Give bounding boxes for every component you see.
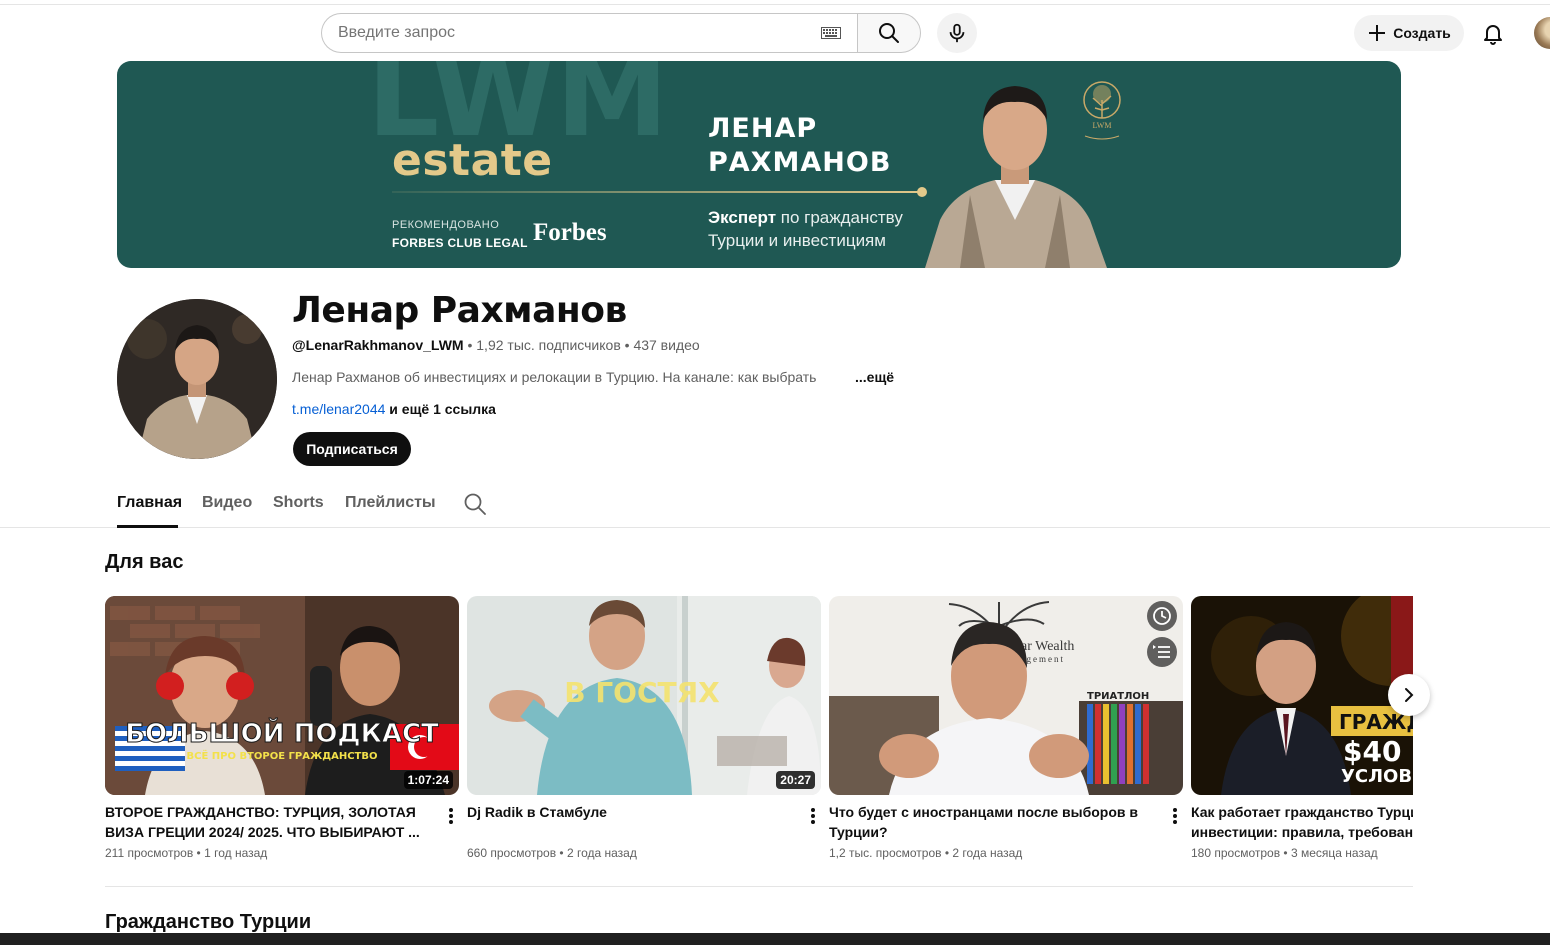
channel-title: Ленар Рахманов [292, 290, 627, 331]
search-icon [879, 23, 899, 43]
keyboard-icon[interactable] [821, 27, 841, 39]
more-vert-icon[interactable] [1169, 806, 1181, 826]
thumbnail-image: БОЛЬШОЙ ПОДКАСТ ВСЁ ПРО ВТОРОЕ ГРАЖДАНСТ… [105, 596, 459, 795]
video-thumbnail[interactable]: ГРАЖДАН $40 УСЛОВИЯ [1191, 596, 1413, 795]
video-thumbnail[interactable]: БОЛЬШОЙ ПОДКАСТ ВСЁ ПРО ВТОРОЕ ГРАЖДАНСТ… [105, 596, 459, 795]
subscriber-count: 1,92 тыс. подписчиков [476, 337, 621, 353]
queue-icon [1153, 645, 1170, 658]
video-title[interactable]: ВТОРОЕ ГРАЖДАНСТВО: ТУРЦИЯ, ЗОЛОТАЯ ВИЗА… [105, 802, 425, 842]
tab-playlists[interactable]: Плейлисты [345, 494, 436, 512]
create-label: Создать [1393, 25, 1451, 41]
tab-home[interactable]: Главная [117, 494, 182, 512]
svg-text:УСЛОВИЯ: УСЛОВИЯ [1341, 766, 1413, 787]
subscribe-button[interactable]: Подписаться [293, 432, 411, 466]
channel-tabs: Главная Видео Shorts Плейлисты [0, 482, 1550, 528]
banner-forbes-logo: Forbes [533, 219, 607, 246]
video-count: 437 видео [633, 337, 700, 353]
add-to-queue-button[interactable] [1147, 637, 1177, 667]
watch-later-button[interactable] [1147, 601, 1177, 631]
channel-links: t.me/lenar2044 и ещё 1 ссылка [292, 401, 496, 417]
svg-text:LWM: LWM [1093, 121, 1112, 130]
plus-icon [1369, 25, 1386, 41]
video-card[interactable]: ГРАЖДАН $40 УСЛОВИЯ Как работает граждан… [1191, 596, 1413, 860]
banner-tree-logo-icon: LWM [1083, 81, 1121, 140]
search-bar [321, 13, 921, 53]
svg-text:БОЛЬШОЙ ПОДКАСТ: БОЛЬШОЙ ПОДКАСТ [125, 717, 439, 749]
search-button[interactable] [857, 13, 921, 53]
video-card[interactable]: nar Wealth nagement ТРИАТЛОН Что будет с… [829, 596, 1183, 860]
svg-text:В ГОСТЯХ: В ГОСТЯХ [564, 676, 720, 709]
carousel-next-button[interactable] [1388, 674, 1430, 716]
more-vert-icon[interactable] [445, 806, 457, 826]
more-vert-icon[interactable] [807, 806, 819, 826]
clock-icon [1153, 607, 1171, 625]
microphone-icon [949, 23, 965, 43]
tab-shorts[interactable]: Shorts [273, 494, 324, 512]
section-divider [105, 886, 1413, 887]
channel-search-icon[interactable] [463, 492, 487, 516]
channel-meta: @LenarRakhmanov_LWM • 1,92 тыс. подписчи… [292, 337, 700, 353]
svg-text:LWM: LWM [367, 61, 668, 141]
channel-handle: @LenarRakhmanov_LWM [292, 337, 464, 353]
search-box[interactable] [321, 13, 857, 53]
search-input[interactable] [338, 24, 821, 42]
active-tab-indicator [117, 525, 178, 528]
banner-estate-text: estate [392, 135, 553, 186]
video-thumbnail[interactable]: В ГОСТЯХ 20:27 [467, 596, 821, 795]
banner-name-line2: РАХМАНОВ [708, 147, 892, 178]
svg-text:ТРИАТЛОН: ТРИАТЛОН [1087, 691, 1149, 702]
video-meta: 211 просмотров • 1 год назад [105, 846, 268, 860]
account-avatar[interactable] [1534, 17, 1550, 49]
thumbnail-image: В ГОСТЯХ [467, 596, 821, 795]
voice-search-button[interactable] [937, 13, 977, 53]
banner-divider-line [392, 191, 924, 193]
banner-recommended: РЕКОМЕНДОВАНО [392, 219, 500, 231]
thumbnail-image: ГРАЖДАН $40 УСЛОВИЯ [1191, 596, 1413, 795]
video-duration: 20:27 [776, 771, 815, 789]
svg-text:$40: $40 [1343, 735, 1401, 768]
video-thumbnail[interactable]: nar Wealth nagement ТРИАТЛОН [829, 596, 1183, 795]
video-card-clip: ГРАЖДАН $40 УСЛОВИЯ Как работает граждан… [1191, 596, 1413, 886]
channel-description[interactable]: Ленар Рахманов об инвестициях и релокаци… [292, 369, 832, 385]
video-duration: 1:07:24 [403, 771, 453, 789]
os-taskbar [0, 933, 1550, 945]
video-card[interactable]: БОЛЬШОЙ ПОДКАСТ ВСЁ ПРО ВТОРОЕ ГРАЖДАНСТ… [105, 596, 459, 860]
channel-banner: LWM estate РЕКОМЕНДОВАНО FORBES CLUB LEG… [117, 61, 1401, 268]
description-more-button[interactable]: ...ещё [855, 369, 894, 385]
create-button[interactable]: Создать [1354, 15, 1464, 51]
top-divider [0, 0, 1550, 5]
channel-avatar[interactable] [117, 299, 277, 459]
video-card[interactable]: В ГОСТЯХ 20:27 Dj Radik в Стамбуле 660 п… [467, 596, 821, 860]
video-meta: 180 просмотров • 3 месяца назад [1191, 846, 1378, 860]
video-meta: 660 просмотров • 2 года назад [467, 846, 637, 860]
more-links-button[interactable]: и ещё 1 ссылка [385, 401, 496, 417]
channel-avatar-image [117, 299, 277, 459]
video-title[interactable]: Что будет с иностранцами после выборов в… [829, 802, 1149, 842]
thumbnail-image: nar Wealth nagement ТРИАТЛОН [829, 596, 1183, 795]
notifications-button[interactable] [1474, 14, 1512, 52]
section-title: Гражданство Турции [105, 911, 312, 933]
banner-expert-line1: Эксперт по гражданству [708, 208, 903, 227]
video-title[interactable]: Dj Radik в Стамбуле [467, 802, 787, 822]
video-title[interactable]: Как работает гражданство Турции инвестиц… [1191, 802, 1413, 842]
section-title: Для вас [105, 551, 184, 573]
banner-club: FORBES CLUB LEGAL [392, 236, 528, 250]
banner-name-line1: ЛЕНАР [708, 113, 818, 144]
video-meta: 1,2 тыс. просмотров • 2 года назад [829, 846, 1023, 860]
svg-text:ВСЁ ПРО ВТОРОЕ ГРАЖДАНСТВО: ВСЁ ПРО ВТОРОЕ ГРАЖДАНСТВО [186, 748, 377, 762]
tab-videos[interactable]: Видео [202, 494, 252, 512]
banner-expert-line2: Турции и инвестициям [708, 231, 886, 250]
chevron-right-icon [1405, 688, 1414, 702]
banner-watermark: LWM [367, 61, 668, 141]
bell-icon [1484, 25, 1502, 45]
telegram-link[interactable]: t.me/lenar2044 [292, 401, 385, 417]
